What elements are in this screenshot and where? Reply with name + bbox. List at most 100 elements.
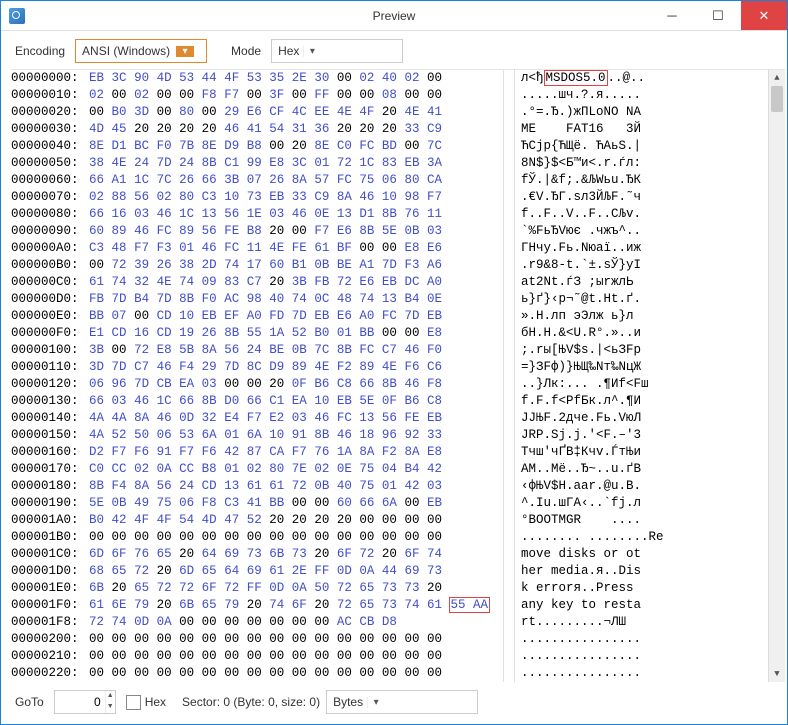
offset: 000001B0:	[11, 529, 89, 546]
hex-bytes: 8E D1 BC F0 7B 8E D9 B8 00 20 8E C0 FC B…	[89, 138, 503, 155]
offset: 000001F8:	[11, 614, 89, 631]
ascii: k errorя..Press	[515, 580, 768, 597]
hex-bytes: B0 42 4F 4F 54 4D 47 52 20 20 20 20 00 0…	[89, 512, 503, 529]
hex-row: 000001A0:B0 42 4F 4F 54 4D 47 52 20 20 2…	[11, 512, 768, 529]
hex-bytes: BB 07 00 CD 10 EB EF A0 FD 7D EB E6 A0 F…	[89, 308, 503, 325]
hex-row: 00000050:38 4E 24 7D 24 8B C1 99 E8 3C 0…	[11, 155, 768, 172]
spin-down-icon[interactable]: ▼	[106, 702, 115, 713]
hex-row: 000000E0:BB 07 00 CD 10 EB EF A0 FD 7D E…	[11, 308, 768, 325]
offset: 000001F0:	[11, 597, 89, 614]
hex-bytes: 66 03 46 1C 66 8B D0 66 C1 EA 10 EB 5E 0…	[89, 393, 503, 410]
offset: 000000E0:	[11, 308, 89, 325]
hex-bytes: 5E 0B 49 75 06 F8 C3 41 BB 00 00 60 66 6…	[89, 495, 503, 512]
hex-row: 00000140:4A 4A 8A 46 0D 32 E4 F7 E2 03 4…	[11, 410, 768, 427]
hex-row: 000001C0:6D 6F 76 65 20 64 69 73 6B 73 2…	[11, 546, 768, 563]
unit-value: Bytes	[333, 695, 363, 709]
goto-input[interactable]	[55, 691, 105, 713]
ascii: АМ..Мё..Ђ~..u.ґВ	[515, 461, 768, 478]
ascii: .€V.ЂГ.sл3ЙЉF.˜ч	[515, 189, 768, 206]
offset: 00000210:	[11, 648, 89, 665]
ascii: ^.Iu.шГА‹..`fj.л	[515, 495, 768, 512]
offset: 00000120:	[11, 376, 89, 393]
offset: 00000080:	[11, 206, 89, 223]
encoding-combobox[interactable]: ANSI (Windows) ▾	[75, 39, 207, 63]
ascii: ‹фЊV$Н.aar.@u.B.	[515, 478, 768, 495]
hex-bytes: 00 00 00 00 00 00 00 00 00 00 00 00 00 0…	[89, 665, 503, 682]
hex-bytes: 3D 7D C7 46 F4 29 7D 8C D9 89 4E F2 89 4…	[89, 359, 503, 376]
offset: 00000010:	[11, 87, 89, 104]
hex-row: 00000190:5E 0B 49 75 06 F8 C3 41 BB 00 0…	[11, 495, 768, 512]
ascii: ГHчу.Fь.Nюаї..иж	[515, 240, 768, 257]
offset: 000000C0:	[11, 274, 89, 291]
ascii: ;.rы[ЊV$ѕ.|<ьЗFр	[515, 342, 768, 359]
hex-bytes: C0 CC 02 0A CC B8 01 02 80 7E 02 0E 75 0…	[89, 461, 503, 478]
vertical-scrollbar[interactable]: ▲ ▼	[768, 70, 785, 682]
ascii: ................	[515, 631, 768, 648]
ascii: move disks or ot	[515, 546, 768, 563]
msdos-highlight: MSDOS5.0	[544, 70, 608, 86]
spin-up-icon[interactable]: ▲	[106, 691, 115, 702]
hex-checkbox[interactable]: Hex	[126, 695, 166, 710]
hex-bytes: 66 16 03 46 1C 13 56 1E 03 46 0E 13 D1 8…	[89, 206, 503, 223]
hex-bytes: 6B 20 65 72 72 6F 72 FF 0D 0A 50 72 65 7…	[89, 580, 503, 597]
ascii: ЋСjр{ЋЩё. ЋАьS.|	[515, 138, 768, 155]
hex-bytes: 02 88 56 02 80 C3 10 73 EB 33 C9 8A 46 1…	[89, 189, 503, 206]
hex-row: 000000A0:C3 48 F7 F3 01 46 FC 11 4E FE 6…	[11, 240, 768, 257]
hex-rows[interactable]: 00000000:EB 3C 90 4D 53 44 4F 53 35 2E 3…	[11, 70, 768, 682]
ascii: =}ЗFф)}ЊЩ‰Nт‰NцЖ	[515, 359, 768, 376]
offset: 00000130:	[11, 393, 89, 410]
offset: 00000060:	[11, 172, 89, 189]
offset: 00000190:	[11, 495, 89, 512]
ascii: at2Nt.ѓЗ ;ыrжлЬ	[515, 274, 768, 291]
hex-bytes: 38 4E 24 7D 24 8B C1 99 E8 3C 01 72 1C 8…	[89, 155, 503, 172]
ascii: JRP.Sj.j.'<F.–'3	[515, 427, 768, 444]
footer: GoTo ▲ ▼ Hex Sector: 0 (Byte: 0, size: 0…	[1, 682, 787, 724]
hex-row: 00000220:00 00 00 00 00 00 00 00 00 00 0…	[11, 665, 768, 682]
offset: 000000A0:	[11, 240, 89, 257]
ascii: °BOOTMGR ....	[515, 512, 768, 529]
encoding-label: Encoding	[15, 44, 65, 58]
ascii: f..F..V..F..СЉv.	[515, 206, 768, 223]
hex-row: 00000030:4D 45 20 20 20 20 46 41 54 31 3…	[11, 121, 768, 138]
hex-row: 000000C0:61 74 32 4E 74 09 83 C7 20 3B F…	[11, 274, 768, 291]
ascii: 8N$}$<Б™и<.r.ѓл:	[515, 155, 768, 172]
offset: 00000090:	[11, 223, 89, 240]
hex-row: 00000150:4A 52 50 06 53 6A 01 6A 10 91 8…	[11, 427, 768, 444]
hex-bytes: 00 00 00 00 00 00 00 00 00 00 00 00 00 0…	[89, 631, 503, 648]
hex-bytes: 00 00 00 00 00 00 00 00 00 00 00 00 00 0…	[89, 648, 503, 665]
hex-row: 000001F8:72 74 0D 0A 00 00 00 00 00 00 0…	[11, 614, 768, 631]
hex-bytes: E1 CD 16 CD 19 26 8B 55 1A 52 B0 01 BB 0…	[89, 325, 503, 342]
mode-combobox[interactable]: Hex ▾	[271, 39, 403, 63]
hex-bytes: 00 72 39 26 38 2D 74 17 60 B1 0B BE A1 7…	[89, 257, 503, 274]
goto-spinbox[interactable]: ▲ ▼	[54, 690, 116, 714]
scroll-down-icon[interactable]: ▼	[769, 666, 785, 682]
boot-signature-highlight: 55 AA	[449, 597, 491, 613]
hex-row: 00000170:C0 CC 02 0A CC B8 01 02 80 7E 0…	[11, 461, 768, 478]
scroll-up-icon[interactable]: ▲	[769, 70, 785, 86]
hex-row: 000000D0:FB 7D B4 7D 8B F0 AC 98 40 74 0…	[11, 291, 768, 308]
ascii: ».Н.лп эЭлж ь}л	[515, 308, 768, 325]
ascii: ..}Лк:... .¶Иf<Fш	[515, 376, 768, 393]
ascii: .r9&8-t.`±.ѕЎ}уІ	[515, 257, 768, 274]
ascii: f.F.f<РfБк.л^.¶И	[515, 393, 768, 410]
hex-bytes: 61 74 32 4E 74 09 83 C7 20 3B FB 72 E6 E…	[89, 274, 503, 291]
hex-bytes: FB 7D B4 7D 8B F0 AC 98 40 74 0C 48 74 1…	[89, 291, 503, 308]
mode-label: Mode	[231, 44, 261, 58]
ascii: .....шч.?.я.....	[515, 87, 768, 104]
ascii: rt.........¬ЛШ	[515, 614, 768, 631]
hex-row: 000001E0:6B 20 65 72 72 6F 72 FF 0D 0A 5…	[11, 580, 768, 597]
scroll-thumb[interactable]	[771, 86, 783, 112]
offset: 00000110:	[11, 359, 89, 376]
hex-bytes: 02 00 02 00 00 F8 F7 00 3F 00 FF 00 00 0…	[89, 87, 503, 104]
hex-bytes: 6D 6F 76 65 20 64 69 73 6B 73 20 6F 72 2…	[89, 546, 503, 563]
offset: 00000070:	[11, 189, 89, 206]
hex-row: 000001F0:61 6E 79 20 6B 65 79 20 74 6F 2…	[11, 597, 768, 614]
hex-bytes: 72 74 0D 0A 00 00 00 00 00 00 00 AC CB D…	[89, 614, 503, 631]
preview-window: Preview ─ ☐ ✕ Encoding ANSI (Windows) ▾ …	[0, 0, 788, 725]
hex-row: 00000100:3B 00 72 E8 5B 8A 56 24 BE 0B 7…	[11, 342, 768, 359]
offset: 00000170:	[11, 461, 89, 478]
offset: 00000000:	[11, 70, 89, 87]
unit-combobox[interactable]: Bytes ▾	[326, 690, 478, 714]
hex-row: 00000110:3D 7D C7 46 F4 29 7D 8C D9 89 4…	[11, 359, 768, 376]
ascii: JJЊF.2дче.Fь.VюЛ	[515, 410, 768, 427]
